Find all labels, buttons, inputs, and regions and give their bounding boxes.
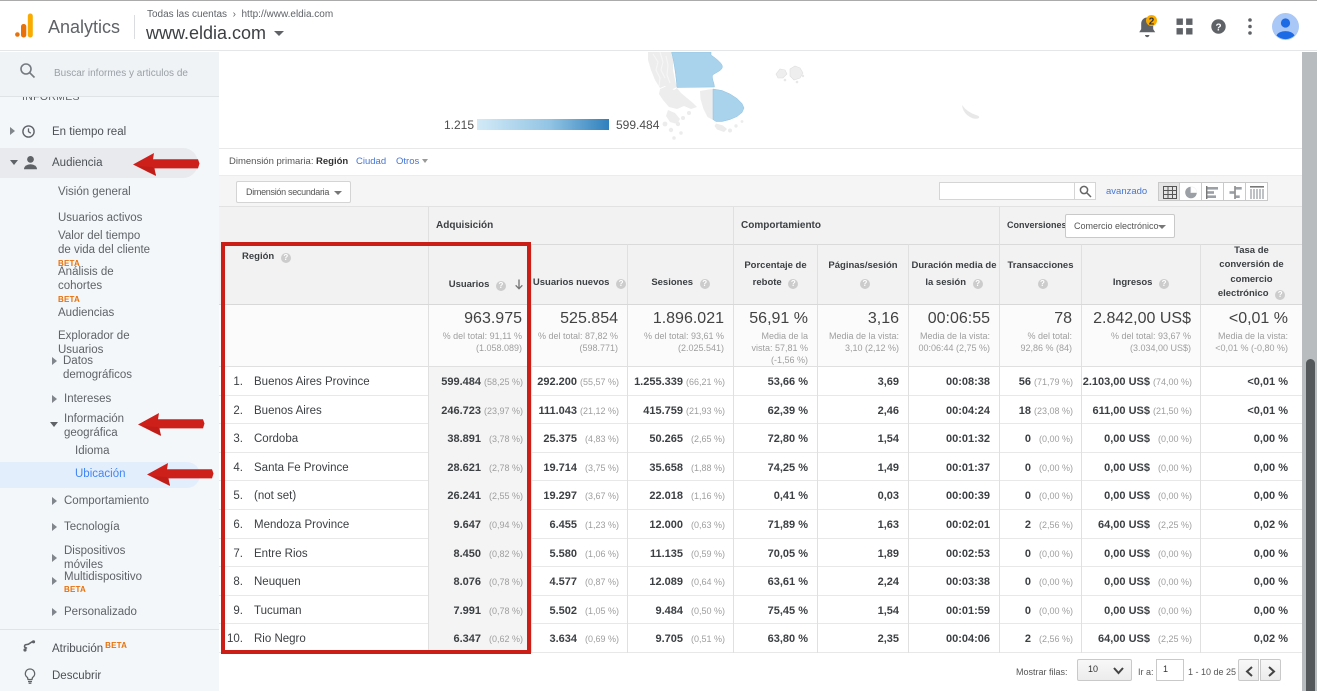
svg-text:2: 2 — [1149, 16, 1155, 27]
svg-text:?: ? — [1215, 22, 1221, 33]
